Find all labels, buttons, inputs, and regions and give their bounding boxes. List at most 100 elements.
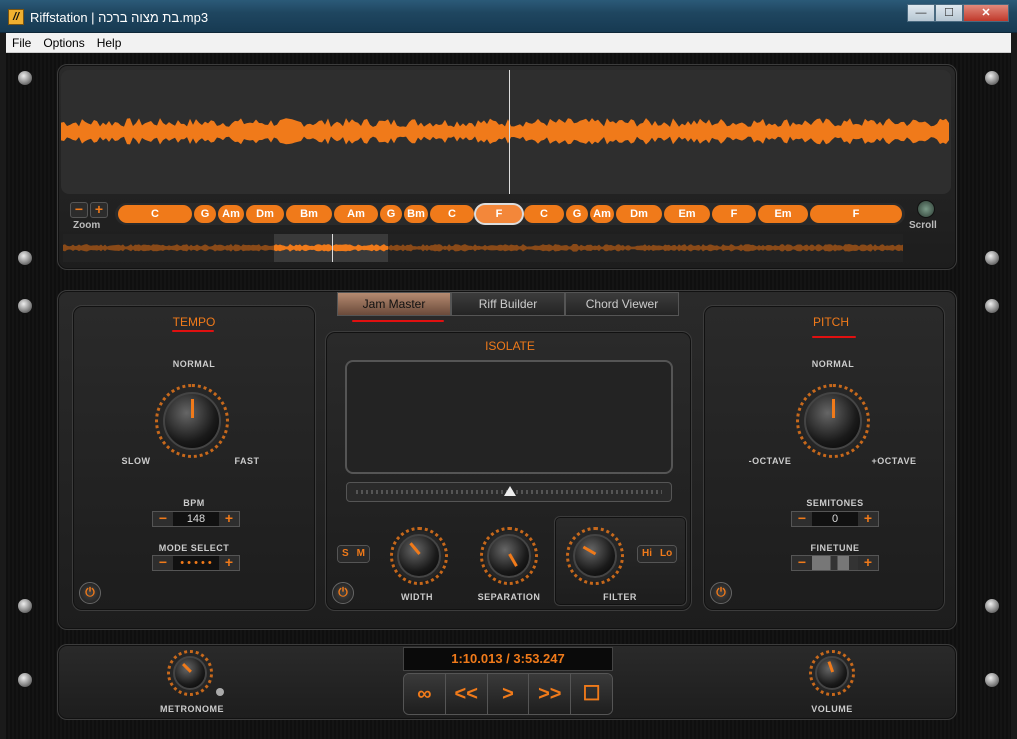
knob-indicator [409, 542, 421, 555]
semitones-value[interactable]: 0 [812, 512, 858, 526]
mute-button[interactable]: M [352, 546, 370, 562]
chord-pill[interactable]: Em [758, 205, 808, 223]
rewind-button[interactable]: << [445, 674, 488, 714]
semitones-decrease-button[interactable]: − [792, 511, 812, 526]
zoom-label: Zoom [73, 220, 101, 231]
isolate-slider-thumb[interactable] [504, 486, 516, 496]
minimize-button[interactable]: — [907, 4, 935, 22]
width-label: WIDTH [401, 592, 433, 602]
zoom-in-button[interactable]: + [90, 202, 108, 218]
tempo-title: TEMPO [172, 315, 216, 329]
screw [17, 250, 33, 266]
menu-help[interactable]: Help [91, 36, 128, 50]
scroll-toggle[interactable] [917, 200, 935, 218]
time-display: 1:10.013 / 3:53.247 [403, 647, 613, 671]
chord-pill[interactable]: G [194, 205, 216, 223]
mode-select-stepper: − • • • • • + [152, 555, 240, 571]
bpm-decrease-button[interactable]: − [153, 511, 173, 526]
filter-hi-button[interactable]: Hi [638, 546, 656, 562]
pitch-knob[interactable] [804, 392, 862, 450]
metronome-knob[interactable] [173, 656, 207, 690]
bpm-increase-button[interactable]: + [219, 511, 239, 526]
scroll-label: Scroll [909, 220, 937, 231]
chord-pill[interactable]: G [566, 205, 588, 223]
waveform [61, 118, 949, 145]
tab-jam-master[interactable]: Jam Master [337, 292, 451, 316]
isolate-title: ISOLATE [485, 339, 535, 353]
maximize-button[interactable]: ☐ [935, 4, 963, 22]
overview-viewport-wave [274, 244, 388, 252]
chord-pill[interactable]: F [476, 205, 522, 223]
overview-playhead [332, 234, 333, 262]
knob-indicator [582, 545, 597, 556]
bpm-value[interactable]: 148 [173, 512, 219, 526]
annotation-underline [812, 336, 856, 338]
minus-octave-label: -OCTAVE [748, 456, 792, 466]
isolate-display[interactable] [345, 360, 673, 474]
finetune-slider[interactable] [812, 556, 858, 570]
chord-pill[interactable]: Am [334, 205, 378, 223]
solo-button[interactable]: S [338, 546, 353, 562]
zoom-out-button[interactable]: − [70, 202, 88, 218]
playhead[interactable] [509, 70, 510, 194]
finetune-increase-button[interactable]: + [858, 555, 878, 570]
annotation-underline [172, 330, 214, 332]
chord-pill[interactable]: G [380, 205, 402, 223]
chord-pill[interactable]: Am [590, 205, 614, 223]
close-button[interactable]: ✕ [963, 4, 1009, 22]
mode-value[interactable]: • • • • • [173, 556, 219, 570]
filter-label: FILTER [603, 592, 637, 602]
solo-mute-toggle: S M [337, 545, 371, 563]
metronome-label: METRONOME [160, 704, 224, 714]
semitones-label: SEMITONES [806, 498, 864, 508]
tab-bar: Jam Master Riff Builder Chord Viewer [337, 292, 679, 316]
app-icon: // [8, 9, 24, 25]
volume-label: VOLUME [811, 704, 853, 714]
isolate-power-icon[interactable]: ⏻ [332, 582, 354, 604]
chord-pill[interactable]: Dm [246, 205, 284, 223]
semitones-increase-button[interactable]: + [858, 511, 878, 526]
knob-indicator [832, 399, 835, 419]
bpm-label: BPM [183, 498, 205, 508]
volume-knob[interactable] [815, 656, 849, 690]
tab-chord-viewer[interactable]: Chord Viewer [565, 292, 679, 316]
overview-viewport[interactable] [274, 234, 388, 262]
finetune-label: FINETUNE [810, 543, 860, 553]
overview-waveform[interactable] [63, 234, 903, 262]
chord-pill[interactable]: Bm [404, 205, 428, 223]
finetune-decrease-button[interactable]: − [792, 555, 812, 570]
separation-label: SEPARATION [477, 592, 541, 602]
loop-button[interactable]: ∞ [404, 674, 446, 714]
stop-button[interactable]: ☐ [571, 674, 612, 714]
waveform-display[interactable] [61, 70, 951, 194]
chord-pill[interactable]: Am [218, 205, 244, 223]
window-title: Riffstation | בת מצוה ברכה.mp3 [30, 10, 209, 25]
chord-pill[interactable]: F [810, 205, 902, 223]
tempo-power-icon[interactable]: ⏻ [79, 582, 101, 604]
separation-knob[interactable] [487, 534, 531, 578]
tab-riff-builder[interactable]: Riff Builder [451, 292, 565, 316]
knob-indicator [827, 661, 834, 673]
play-button[interactable]: > [487, 674, 530, 714]
menu-file[interactable]: File [6, 36, 37, 50]
chord-pill[interactable]: Bm [286, 205, 332, 223]
mode-increase-button[interactable]: + [219, 555, 239, 570]
mode-decrease-button[interactable]: − [153, 555, 173, 570]
tempo-fast-label: FAST [234, 456, 260, 466]
tempo-knob[interactable] [163, 392, 221, 450]
pitch-power-icon[interactable]: ⏻ [710, 582, 732, 604]
fast-forward-button[interactable]: >> [529, 674, 572, 714]
filter-lo-button[interactable]: Lo [656, 546, 677, 562]
chord-pill[interactable]: Em [664, 205, 710, 223]
chord-pill[interactable]: Dm [616, 205, 662, 223]
menu-options[interactable]: Options [37, 36, 90, 50]
screw [17, 70, 33, 86]
chord-pill[interactable]: C [524, 205, 564, 223]
transport-controls: ∞ << > >> ☐ [403, 673, 613, 715]
chord-pill[interactable]: C [118, 205, 192, 223]
chord-pill[interactable]: F [712, 205, 756, 223]
filter-knob[interactable] [573, 534, 617, 578]
width-knob[interactable] [397, 534, 441, 578]
screw [984, 70, 1000, 86]
chord-pill[interactable]: C [430, 205, 474, 223]
